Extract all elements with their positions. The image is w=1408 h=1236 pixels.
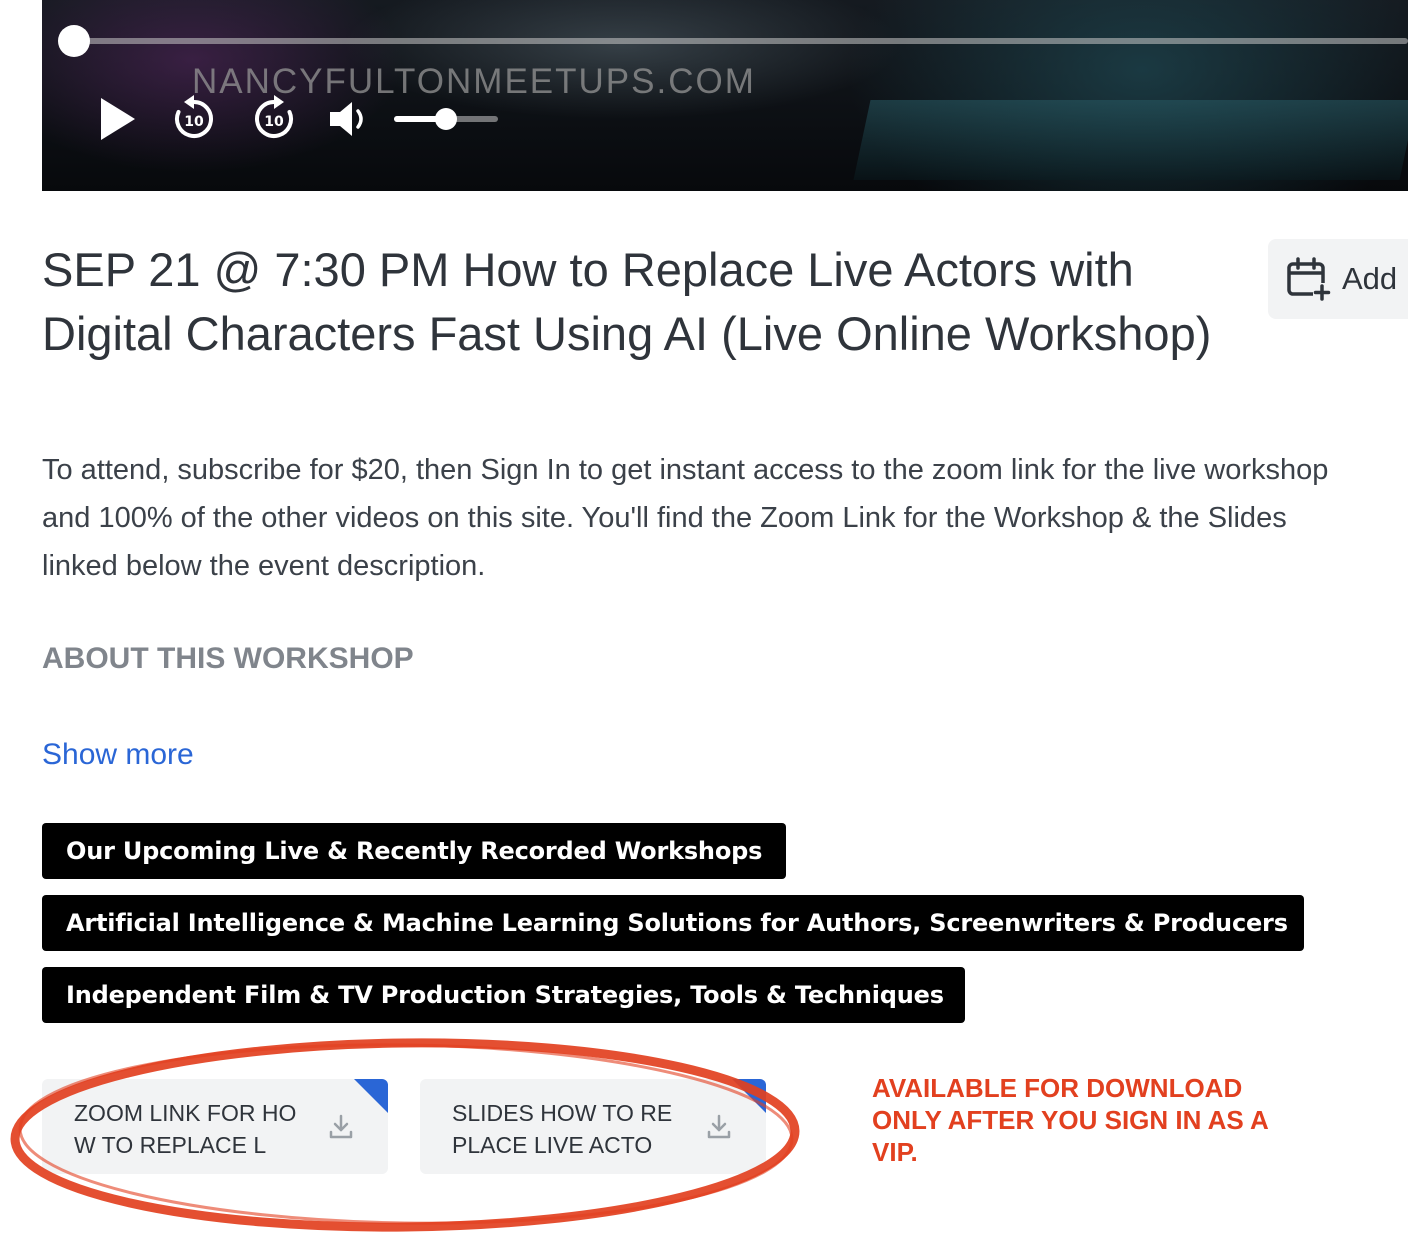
forward-10-button[interactable]: 10 <box>250 94 298 142</box>
calendar-add-icon <box>1287 257 1331 301</box>
video-progress-thumb[interactable] <box>58 25 90 57</box>
play-icon <box>101 98 135 140</box>
play-button[interactable] <box>92 96 142 142</box>
video-player[interactable]: NANCYFULTONMEETUPS.COM 10 10 <box>42 0 1408 191</box>
forward-10-label: 10 <box>264 114 284 130</box>
event-description: To attend, subscribe for $20, then Sign … <box>42 454 1329 582</box>
vip-download-notice: AVAILABLE FOR DOWNLOAD ONLY AFTER YOU SI… <box>872 1073 1268 1167</box>
add-to-calendar-label: Add <box>1342 261 1398 296</box>
video-frame-figure <box>342 0 902 120</box>
volume-slider[interactable] <box>394 108 498 130</box>
rewind-10-icon: 10 <box>175 95 213 138</box>
tag-independent-film-tv[interactable]: Independent Film & TV Production Strateg… <box>42 967 965 1023</box>
tag-upcoming-workshops[interactable]: Our Upcoming Live & Recently Recorded Wo… <box>42 823 786 879</box>
volume-slider-thumb[interactable] <box>435 108 457 130</box>
forward-10-icon: 10 <box>255 95 293 138</box>
event-page: NANCYFULTONMEETUPS.COM 10 10 SEP 21 @ 7:… <box>0 0 1408 1236</box>
video-progress-bar[interactable] <box>74 38 1408 44</box>
volume-icon <box>330 102 363 136</box>
rewind-10-label: 10 <box>184 114 204 130</box>
rewind-10-button[interactable]: 10 <box>170 94 218 142</box>
red-circle-annotation <box>10 1038 800 1232</box>
tag-ai-ml-solutions[interactable]: Artificial Intelligence & Machine Learni… <box>42 895 1304 951</box>
volume-button[interactable] <box>326 98 370 140</box>
add-to-calendar-button[interactable]: Add <box>1268 239 1408 319</box>
show-more-link[interactable]: Show more <box>42 738 194 772</box>
video-frame-floor <box>853 100 1408 180</box>
section-heading: ABOUT THIS WORKSHOP <box>42 642 414 675</box>
event-title: SEP 21 @ 7:30 PM How to Replace Live Act… <box>42 243 1212 360</box>
